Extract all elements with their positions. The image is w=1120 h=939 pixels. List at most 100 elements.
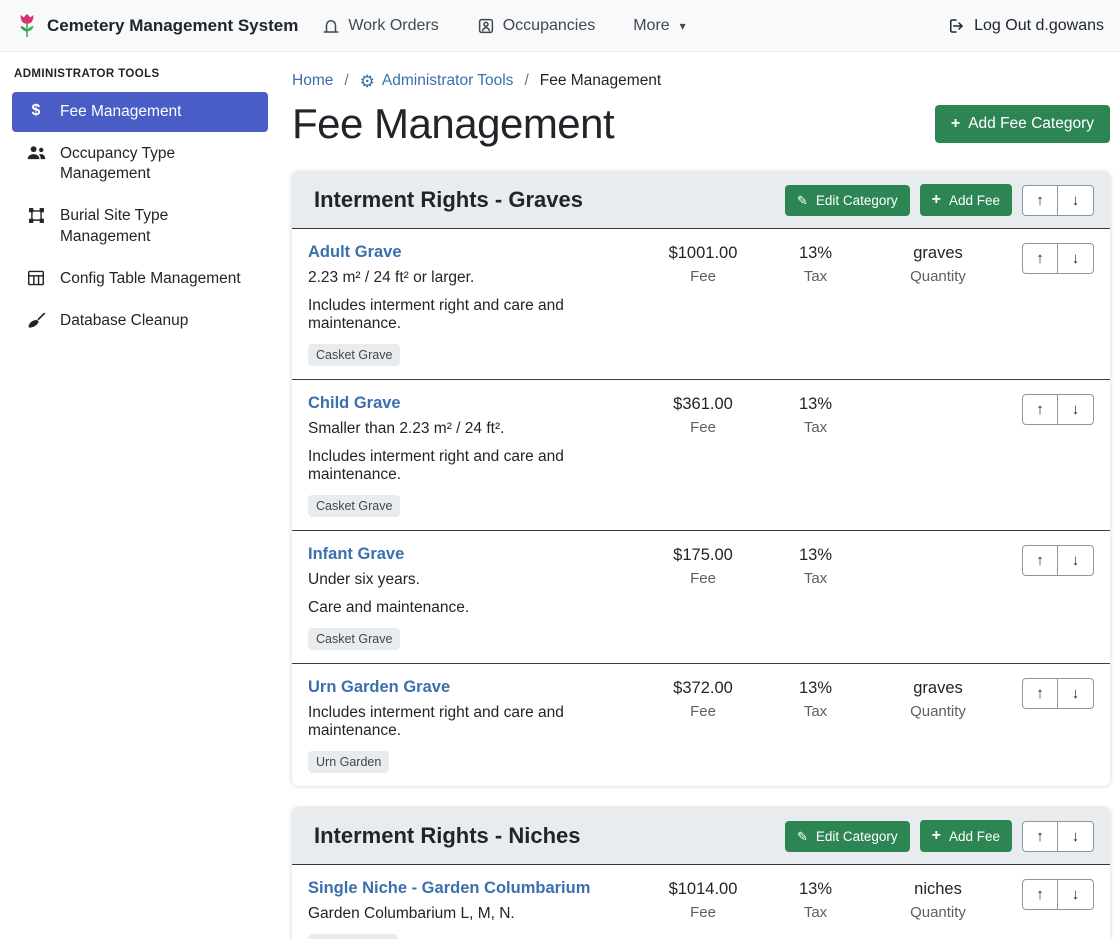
fee-type-badge: Urn Garden: [308, 751, 389, 773]
nav-occupancies[interactable]: Occupancies: [477, 17, 596, 35]
fee-description: Smaller than 2.23 m² / 24 ft².: [308, 420, 635, 438]
category-list: Interment Rights - Graves ✎ Edit Categor…: [292, 172, 1110, 939]
sidebar-item-occupancy-type[interactable]: Occupancy Type Management: [12, 134, 268, 194]
move-category-down-button[interactable]: ↓: [1058, 821, 1094, 852]
sidebar-item-config-table[interactable]: Config Table Management: [12, 259, 268, 299]
tax-label: Tax: [763, 904, 868, 921]
tax-value: 13%: [763, 546, 868, 565]
category-header: Interment Rights - Graves ✎ Edit Categor…: [292, 172, 1110, 229]
fee-name-link[interactable]: Infant Grave: [308, 545, 404, 564]
fee-amount: $1001.00: [643, 244, 763, 263]
quantity-value: [868, 546, 1008, 565]
app-brand[interactable]: Cemetery Management System: [16, 13, 298, 39]
fee-type-badge: Columbarium: [308, 934, 398, 939]
move-fee-down-button[interactable]: ↓: [1058, 394, 1094, 425]
add-fee-label: Add Fee: [949, 829, 1000, 844]
quantity-label: [868, 570, 1008, 587]
logout-button[interactable]: Log Out d.gowans: [947, 17, 1104, 35]
nav-more[interactable]: More ▾: [633, 17, 685, 35]
fee-descriptions: 2.23 m² / 24 ft² or larger.Includes inte…: [308, 269, 635, 333]
fee-type-badge: Casket Grave: [308, 628, 400, 650]
fee-descriptions: Includes interment right and care and ma…: [308, 704, 635, 740]
fee-amount-label: Fee: [643, 904, 763, 921]
tax-label: Tax: [763, 268, 868, 285]
nav-work-orders-label: Work Orders: [348, 17, 438, 35]
arrow-up-icon: ↑: [1036, 828, 1044, 845]
category-reorder-group: ↑ ↓: [1022, 185, 1094, 216]
main-content: Home / ⚙ Administrator Tools / Fee Manag…: [280, 52, 1120, 939]
move-fee-down-button[interactable]: ↓: [1058, 879, 1094, 910]
sidebar-item-burial-site-type[interactable]: Burial Site Type Management: [12, 196, 268, 256]
quantity-value: [868, 395, 1008, 414]
move-category-down-button[interactable]: ↓: [1058, 185, 1094, 216]
fee-amount: $372.00: [643, 679, 763, 698]
fee-name-link[interactable]: Child Grave: [308, 394, 401, 413]
move-fee-down-button[interactable]: ↓: [1058, 678, 1094, 709]
fee-description: Includes interment right and care and ma…: [308, 448, 635, 484]
nav-links: Work Orders Occupancies More ▾: [322, 17, 685, 35]
quantity-label: Quantity: [868, 904, 1008, 921]
fee-reorder-group: ↑ ↓: [1022, 243, 1094, 274]
breadcrumb-current: Fee Management: [540, 72, 662, 90]
sidebar-item-database-cleanup[interactable]: Database Cleanup: [12, 301, 268, 341]
sidebar-item-fee-management[interactable]: $ Fee Management: [12, 92, 268, 132]
category-reorder-group: ↑ ↓: [1022, 821, 1094, 852]
fee-description: Garden Columbarium L, M, N.: [308, 905, 635, 923]
move-category-up-button[interactable]: ↑: [1022, 185, 1058, 216]
tombstone-icon: [322, 17, 340, 35]
tax-value: 13%: [763, 244, 868, 263]
fee-list: Adult Grave 2.23 m² / 24 ft² or larger.I…: [292, 229, 1110, 786]
fee-row: Child Grave Smaller than 2.23 m² / 24 ft…: [292, 380, 1110, 531]
move-fee-up-button[interactable]: ↑: [1022, 243, 1058, 274]
fee-reorder-group: ↑ ↓: [1022, 879, 1094, 910]
add-fee-button[interactable]: + Add Fee: [920, 820, 1012, 852]
table-icon: [26, 270, 46, 286]
move-fee-down-button[interactable]: ↓: [1058, 545, 1094, 576]
move-fee-down-button[interactable]: ↓: [1058, 243, 1094, 274]
fee-name-link[interactable]: Single Niche - Garden Columbarium: [308, 879, 590, 898]
brand-title: Cemetery Management System: [47, 16, 298, 36]
plus-icon: +: [951, 116, 960, 132]
fee-amount-label: Fee: [643, 419, 763, 436]
nav-work-orders[interactable]: Work Orders: [322, 17, 438, 35]
sidebar-item-label: Fee Management: [60, 102, 182, 122]
fee-name-link[interactable]: Urn Garden Grave: [308, 678, 450, 697]
fee-amount: $1014.00: [643, 880, 763, 899]
tax-label: Tax: [763, 703, 868, 720]
logout-icon: [947, 17, 965, 35]
fee-row: Single Niche - Garden Columbarium Garden…: [292, 865, 1110, 939]
fee-description: 2.23 m² / 24 ft² or larger.: [308, 269, 635, 287]
sidebar-item-label: Burial Site Type Management: [60, 206, 254, 246]
fee-reorder-group: ↑ ↓: [1022, 545, 1094, 576]
arrow-up-icon: ↑: [1036, 401, 1044, 418]
arrow-down-icon: ↓: [1072, 192, 1080, 209]
logout-label: Log Out d.gowans: [974, 17, 1104, 35]
move-fee-up-button[interactable]: ↑: [1022, 879, 1058, 910]
move-fee-up-button[interactable]: ↑: [1022, 545, 1058, 576]
quantity-value: niches: [868, 880, 1008, 899]
breadcrumb-separator: /: [524, 72, 528, 90]
breadcrumb-admin-tools-link[interactable]: ⚙ Administrator Tools: [360, 72, 514, 90]
breadcrumb-home-link[interactable]: Home: [292, 72, 333, 90]
move-fee-up-button[interactable]: ↑: [1022, 678, 1058, 709]
move-fee-up-button[interactable]: ↑: [1022, 394, 1058, 425]
fee-descriptions: Under six years.Care and maintenance.: [308, 571, 635, 617]
add-fee-category-button[interactable]: + Add Fee Category: [935, 105, 1110, 143]
breadcrumb-admin-tools-label: Administrator Tools: [382, 72, 514, 90]
move-category-up-button[interactable]: ↑: [1022, 821, 1058, 852]
add-fee-button[interactable]: + Add Fee: [920, 184, 1012, 216]
chevron-down-icon: ▾: [680, 19, 686, 33]
gear-icon: ⚙: [360, 73, 375, 90]
dollar-icon: $: [26, 103, 46, 119]
edit-category-button[interactable]: ✎ Edit Category: [785, 821, 910, 852]
pencil-icon: ✎: [797, 830, 808, 843]
page-title: Fee Management: [292, 100, 614, 148]
fee-name-link[interactable]: Adult Grave: [308, 243, 402, 262]
edit-category-button[interactable]: ✎ Edit Category: [785, 185, 910, 216]
tax-label: Tax: [763, 419, 868, 436]
fee-descriptions: Smaller than 2.23 m² / 24 ft². Includes i…: [308, 420, 635, 484]
fee-category-card: Interment Rights - Graves ✎ Edit Categor…: [292, 172, 1110, 786]
vector-square-icon: [26, 207, 46, 224]
fee-amount: $361.00: [643, 395, 763, 414]
fee-category-card: Interment Rights - Niches ✎ Edit Categor…: [292, 808, 1110, 939]
